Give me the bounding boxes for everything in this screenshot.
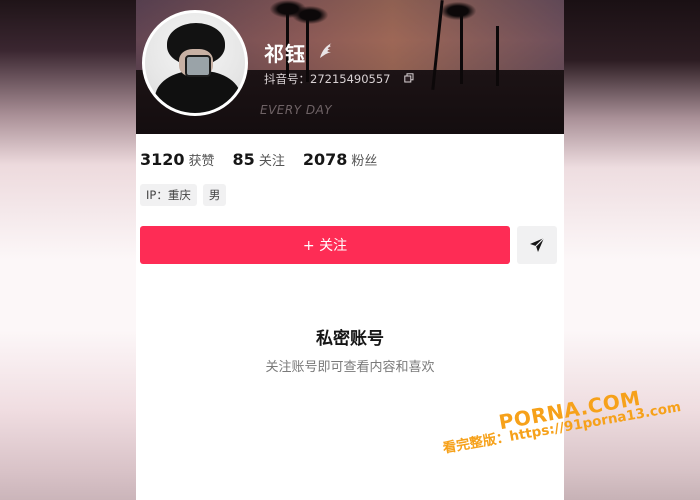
stat-value: 3120 — [140, 150, 185, 169]
palm-crown — [440, 2, 476, 20]
profile-stats: 3120 获赞 85 关注 2078 粉丝 — [140, 150, 395, 172]
share-arrow-icon — [530, 237, 545, 252]
wing-icon — [320, 43, 332, 58]
profile-name: 祁钰 — [264, 42, 306, 66]
stat-followers[interactable]: 2078 粉丝 — [303, 150, 378, 169]
background-blur-left — [0, 0, 136, 500]
private-account-title: 私密账号 — [316, 329, 384, 349]
copy-icon[interactable] — [404, 73, 414, 83]
banner-caption: EVERY DAY — [260, 103, 333, 117]
douyin-id: 抖音号：27215490557 — [264, 72, 391, 86]
tag-gender: 男 — [202, 184, 227, 206]
stat-likes[interactable]: 3120 获赞 — [140, 150, 215, 169]
stat-label: 关注 — [258, 154, 285, 169]
follow-button[interactable]: + 关注 — [140, 226, 510, 264]
palm-trunk — [460, 14, 463, 84]
tag-ip-location: IP：重庆 — [140, 184, 197, 206]
palm-trunk — [496, 26, 499, 86]
avatar[interactable] — [142, 10, 248, 116]
stat-label: 粉丝 — [351, 154, 378, 169]
stat-value: 2078 — [302, 150, 348, 169]
palm-crown — [292, 6, 328, 24]
stat-value: 85 — [232, 150, 255, 169]
share-button[interactable] — [517, 226, 557, 264]
stat-following[interactable]: 85 关注 — [233, 150, 285, 169]
private-account-subtitle: 关注账号即可查看内容和喜欢 — [265, 360, 435, 375]
stat-label: 获赞 — [188, 154, 215, 169]
profile-banner: 祁钰 抖音号：27215490557 EVERY DAY — [136, 0, 564, 134]
profile-tags: IP：重庆 男 — [140, 184, 227, 206]
